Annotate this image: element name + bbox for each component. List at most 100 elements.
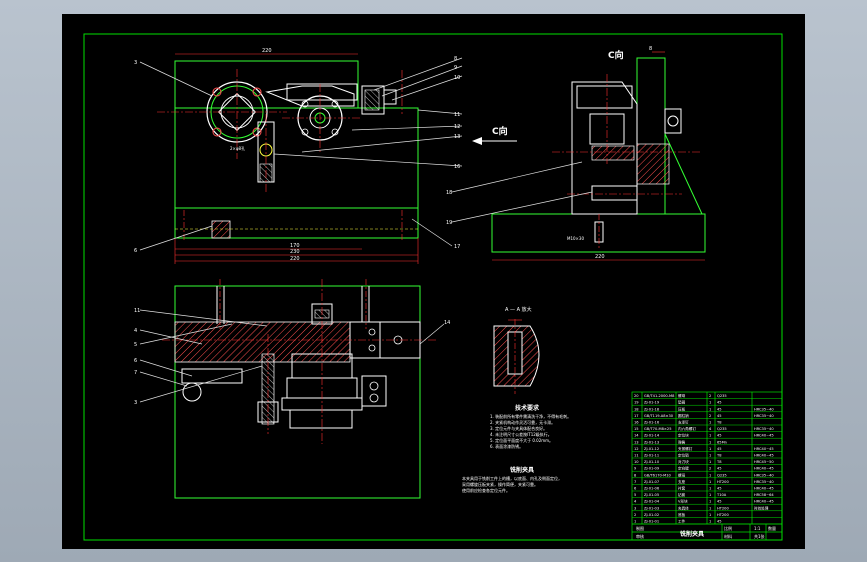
parts-cell: HRC40~45 [754,500,774,504]
scale-label: 比例 [724,525,732,531]
parts-cell: ZJ-01-19 [644,401,660,405]
parts-cell: ZJ-01-05 [644,493,659,497]
parts-cell: 支座 [678,479,686,484]
parts-cell: 10 [634,460,639,464]
parts-cell: 1 [709,460,711,464]
dim-top-width: 220 [262,48,272,54]
material-label: 材料 [724,533,732,539]
balloon-lower-4: 4 [134,328,137,334]
parts-cell: 螺母 [678,393,686,398]
balloon-12: 12 [454,124,460,130]
balloon-lower-14: 14 [444,320,450,326]
balloon-8: 8 [454,56,457,62]
parts-cell: HT200 [717,506,729,510]
parts-cell: 6 [634,487,637,491]
parts-cell: T10A [716,493,727,497]
checked-label: 审核 [636,533,644,539]
parts-cell: 螺母 [678,472,686,477]
balloon-17: 17 [454,244,460,250]
balloon-13: 13 [454,134,460,140]
parts-cell: 2 [709,467,711,471]
fixture-drawing: 220 170 230 220 2×φ8孔 3 6 8 9 10 11 12 1… [83,33,783,541]
notes-title: 铣削夹具 [510,466,534,474]
parts-cell: 16 [634,421,639,425]
parts-cell: ZJ-01-04 [644,500,660,504]
parts-cell: 45 [717,487,722,491]
drawn-label: 制图 [636,525,644,531]
parts-cell: 底板 [678,512,686,517]
parts-cell: 夹紧螺钉 [678,446,693,451]
balloon-9: 9 [454,65,457,71]
qty-label: 数量 [768,525,776,531]
parts-cell: HT200 [717,513,729,517]
balloon-10: 10 [454,75,460,81]
parts-cell: 1 [709,520,711,524]
parts-cell: 3 [634,506,636,510]
parts-cell: 钻套 [678,492,686,497]
parts-cell: 衬套 [678,486,686,491]
parts-cell: 45 [717,467,722,471]
note-2: 采用螺旋压板夹紧，操作简便，夹紧可靠。 [462,481,538,487]
parts-cell: 工件 [678,519,686,524]
note-3: 使用前应检查各定位元件。 [462,487,510,493]
balloon-19: 19 [446,220,452,226]
parts-cell: 45 [717,401,722,405]
parts-cell: HRC35~40 [754,407,774,411]
requirements-list: 1. 装配前所有零件需清洗干净，不得有毛刺。 2. 夹紧机构动作灵活可靠，无卡滞… [490,413,571,449]
parts-cell: 1 [709,447,711,451]
parts-cell: 1 [634,520,636,524]
parts-cell: ZJ-01-09 [644,467,660,471]
parts-cell: 内六角螺钉 [678,426,696,431]
parts-cell: ZJ-01-07 [644,480,659,484]
requirement-2: 2. 夹紧机构动作灵活可靠，无卡滞。 [490,419,555,425]
balloon-lower-5: 5 [134,342,137,348]
section-aa-detail [493,319,540,394]
balloon-lower-3: 3 [134,400,137,406]
balloon-11: 11 [454,112,460,118]
parts-cell: 1 [709,480,711,484]
balloon-lower-11: 11 [134,308,140,314]
title-block-title: 铣削夹具 [680,530,704,538]
balloon-16: 16 [454,164,460,170]
parts-cell: 1 [709,421,711,425]
plan-view [139,279,445,499]
parts-cell: 1 [709,434,711,438]
parts-cell: HRC40~45 [754,467,774,471]
parts-cell: HRC40~45 [754,487,774,491]
cad-viewport[interactable]: 220 170 230 220 2×φ8孔 3 6 8 9 10 11 12 1… [62,14,805,549]
parts-cell: 14 [634,434,639,438]
parts-cell: T8 [716,421,722,425]
parts-cell: 19 [634,401,639,405]
parts-cell: 4 [634,500,637,504]
parts-cell: 1 [709,506,711,510]
parts-cell: 45 [717,520,722,524]
parts-cell: 12 [634,447,639,451]
parts-cell: T8 [716,460,722,464]
parts-cell: ZJ-01-11 [644,454,659,458]
parts-cell: 对刀块 [678,459,689,464]
requirement-4: 4. 未注明尺寸公差按IT12级执行。 [490,431,552,437]
parts-cell: 1 [709,473,711,477]
balloon-3: 3 [134,60,137,66]
parts-cell: 定位块 [678,433,689,438]
front-view [139,53,463,264]
parts-cell: 45 [717,414,722,418]
parts-cell: Q235 [717,394,727,398]
dim-bottom-2: 230 [290,249,300,255]
c-direction-arrow [472,137,517,145]
parts-cell: GB/T119-A8×30 [644,414,674,418]
parts-cell: 11 [634,454,639,458]
parts-cell: 5 [634,493,636,497]
parts-cell: 1 [709,513,711,517]
parts-cell: 1 [709,440,711,444]
parts-cell: ZJ-01-16 [644,421,660,425]
parts-cell: ZJ-01-14 [644,434,660,438]
parts-cell: 弹簧 [678,439,686,444]
parts-cell: 45 [717,500,722,504]
balloon-6: 6 [134,248,137,254]
parts-cell: 20 [634,394,639,398]
parts-cell: HRC58~64 [754,493,774,497]
parts-cell: Q235 [717,427,727,431]
parts-cell: 定向键 [678,466,689,471]
requirements-title: 技术要求 [515,404,540,412]
